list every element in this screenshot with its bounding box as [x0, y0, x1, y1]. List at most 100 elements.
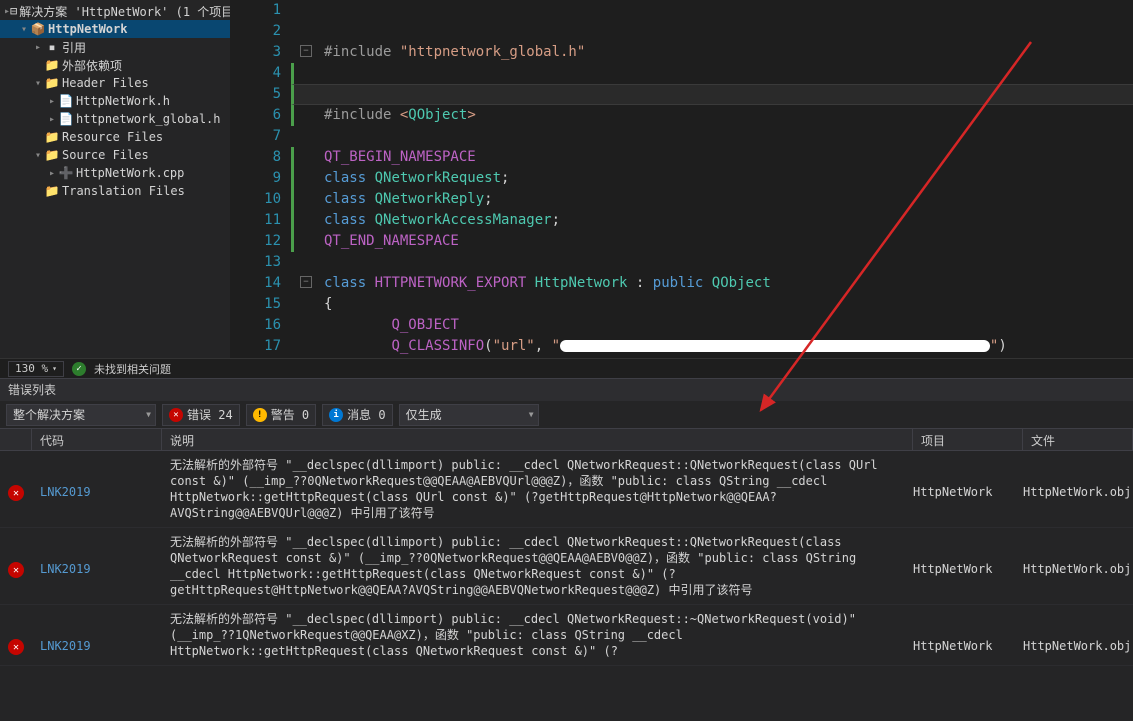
zoom-level[interactable]: 130 % ▾ [8, 361, 64, 377]
error-code[interactable]: LNK2019 [32, 534, 162, 576]
solution-explorer: ▸⊟解决方案 'HttpNetWork' (1 个项目)/共▾📦HttpNetW… [0, 0, 231, 358]
expand-arrow-icon[interactable]: ▾ [32, 78, 44, 89]
line-number: 15 [231, 294, 281, 315]
error-file: HttpNetWork.obj [1023, 457, 1133, 499]
line-number: 3 [231, 42, 281, 63]
solution-tree[interactable]: ▸⊟解决方案 'HttpNetWork' (1 个项目)/共▾📦HttpNetW… [0, 0, 230, 202]
code-line[interactable]: class QNetworkRequest; [291, 168, 1133, 189]
error-row[interactable]: ✕ LNK2019无法解析的外部符号 "__declspec(dllimport)… [0, 528, 1133, 605]
tree-item[interactable]: ▾📦HttpNetWork [0, 20, 230, 38]
error-list-panel: 错误列表 整个解决方案 ✕错误 24 !警告 0 i消息 0 仅生成 代码 说明… [0, 378, 1133, 721]
error-description: 无法解析的外部符号 "__declspec(dllimport) public:… [162, 457, 913, 521]
line-number: 6 [231, 105, 281, 126]
folder-icon: 📁 [44, 148, 60, 162]
tree-item[interactable]: ▾📁Header Files [0, 74, 230, 92]
error-row[interactable]: ✕ LNK2019无法解析的外部符号 "__declspec(dllimport)… [0, 451, 1133, 528]
col-icon[interactable] [0, 429, 32, 450]
code-line[interactable]: −#include "httpnetwork_global.h" [291, 42, 1133, 63]
code-area[interactable]: −#include "httpnetwork_global.h" #include… [291, 0, 1133, 358]
col-desc[interactable]: 说明 [162, 429, 913, 450]
code-line[interactable]: { [291, 294, 1133, 315]
editor-status-bar: 130 % ▾ ✓ 未找到相关问题 [0, 358, 1133, 378]
tree-item[interactable]: ▸▪引用 [0, 38, 230, 56]
code-line[interactable]: QT_BEGIN_NAMESPACE [291, 147, 1133, 168]
fold-icon[interactable]: − [300, 45, 312, 57]
fold-icon[interactable]: − [300, 276, 312, 288]
tree-item[interactable]: 📁Resource Files [0, 128, 230, 146]
tree-item[interactable]: 📁外部依赖项 [0, 56, 230, 74]
project-icon: 📦 [30, 22, 46, 36]
code-line[interactable] [291, 84, 1133, 105]
tree-item[interactable]: ▸📄httpnetwork_global.h [0, 110, 230, 128]
line-number: 7 [231, 126, 281, 147]
code-line[interactable] [291, 0, 1133, 21]
tree-item-label: 外部依赖项 [62, 57, 122, 74]
error-description: 无法解析的外部符号 "__declspec(dllimport) public:… [162, 534, 913, 598]
code-line[interactable] [291, 21, 1133, 42]
tree-item-label: httpnetwork_global.h [76, 112, 221, 126]
code-line[interactable]: Q_OBJECT [291, 315, 1133, 336]
errors-filter-button[interactable]: ✕错误 24 [162, 404, 240, 426]
tree-item-label: Header Files [62, 76, 149, 90]
line-number: 11 [231, 210, 281, 231]
tree-item[interactable]: ▸📄HttpNetWork.h [0, 92, 230, 110]
code-line[interactable]: class QNetworkReply; [291, 189, 1133, 210]
code-line[interactable] [291, 126, 1133, 147]
code-line[interactable]: −class HTTPNETWORK_EXPORT HttpNetwork : … [291, 273, 1133, 294]
error-code[interactable]: LNK2019 [32, 611, 162, 653]
code-line[interactable] [291, 63, 1133, 84]
code-line[interactable]: Q_CLASSINFO("url", " ") [291, 336, 1133, 357]
code-line[interactable]: class QNetworkAccessManager; [291, 210, 1133, 231]
solution-icon: ⊟ [10, 4, 17, 18]
scope-combo[interactable]: 整个解决方案 [6, 404, 156, 426]
error-project: HttpNetWork [913, 457, 1023, 499]
error-table-body[interactable]: ✕LNK2019无法解析的外部符号 "__declspec(dllimport)… [0, 451, 1133, 721]
code-line[interactable] [291, 252, 1133, 273]
h-icon: 📄 [58, 112, 74, 126]
line-number: 8 [231, 147, 281, 168]
tree-item-label: HttpNetWork.h [76, 94, 170, 108]
check-icon: ✓ [72, 362, 86, 376]
expand-arrow-icon[interactable]: ▸ [46, 96, 58, 107]
expand-arrow-icon[interactable]: ▸ [46, 114, 58, 125]
line-number: 12 [231, 231, 281, 252]
error-project: HttpNetWork [913, 611, 1023, 653]
error-project: HttpNetWork [913, 534, 1023, 576]
code-editor[interactable]: 1234567891011121314151617 −#include "htt… [231, 0, 1133, 358]
col-file[interactable]: 文件 [1023, 429, 1133, 450]
error-table-header: 代码 说明 项目 文件 [0, 429, 1133, 451]
line-number: 9 [231, 168, 281, 189]
line-number: 5 [231, 84, 281, 105]
expand-arrow-icon[interactable]: ▾ [32, 150, 44, 161]
info-icon: i [329, 408, 343, 422]
refs-icon: ▪ [44, 40, 60, 54]
expand-arrow-icon[interactable]: ▸ [46, 168, 58, 179]
line-number: 4 [231, 63, 281, 84]
tree-item-label: 引用 [62, 39, 86, 56]
tree-item[interactable]: ▾📁Source Files [0, 146, 230, 164]
col-code[interactable]: 代码 [32, 429, 162, 450]
tree-item[interactable]: ▸⊟解决方案 'HttpNetWork' (1 个项目)/共 [0, 2, 230, 20]
panel-toolbar: 整个解决方案 ✕错误 24 !警告 0 i消息 0 仅生成 [0, 401, 1133, 429]
error-code[interactable]: LNK2019 [32, 457, 162, 499]
error-icon: ✕ [8, 485, 24, 501]
warnings-filter-button[interactable]: !警告 0 [246, 404, 316, 426]
error-file: HttpNetWork.obj [1023, 611, 1133, 653]
code-line[interactable]: QT_END_NAMESPACE [291, 231, 1133, 252]
tree-item-label: Resource Files [62, 130, 163, 144]
tree-item-label: HttpNetWork [48, 22, 127, 36]
error-row[interactable]: ✕LNK2019无法解析的外部符号 "__declspec(dllimport)… [0, 605, 1133, 666]
expand-arrow-icon[interactable]: ▾ [18, 24, 30, 35]
tree-item-label: HttpNetWork.cpp [76, 166, 184, 180]
expand-arrow-icon[interactable]: ▸ [32, 42, 44, 53]
line-number: 2 [231, 21, 281, 42]
error-file: HttpNetWork.obj [1023, 534, 1133, 576]
messages-filter-button[interactable]: i消息 0 [322, 404, 392, 426]
build-filter-combo[interactable]: 仅生成 [399, 404, 539, 426]
line-number: 13 [231, 252, 281, 273]
col-project[interactable]: 项目 [913, 429, 1023, 450]
tree-item[interactable]: ▸➕HttpNetWork.cpp [0, 164, 230, 182]
code-line[interactable]: #include <QObject> [291, 105, 1133, 126]
tree-item[interactable]: 📁Translation Files [0, 182, 230, 200]
error-icon: ✕ [8, 562, 24, 578]
